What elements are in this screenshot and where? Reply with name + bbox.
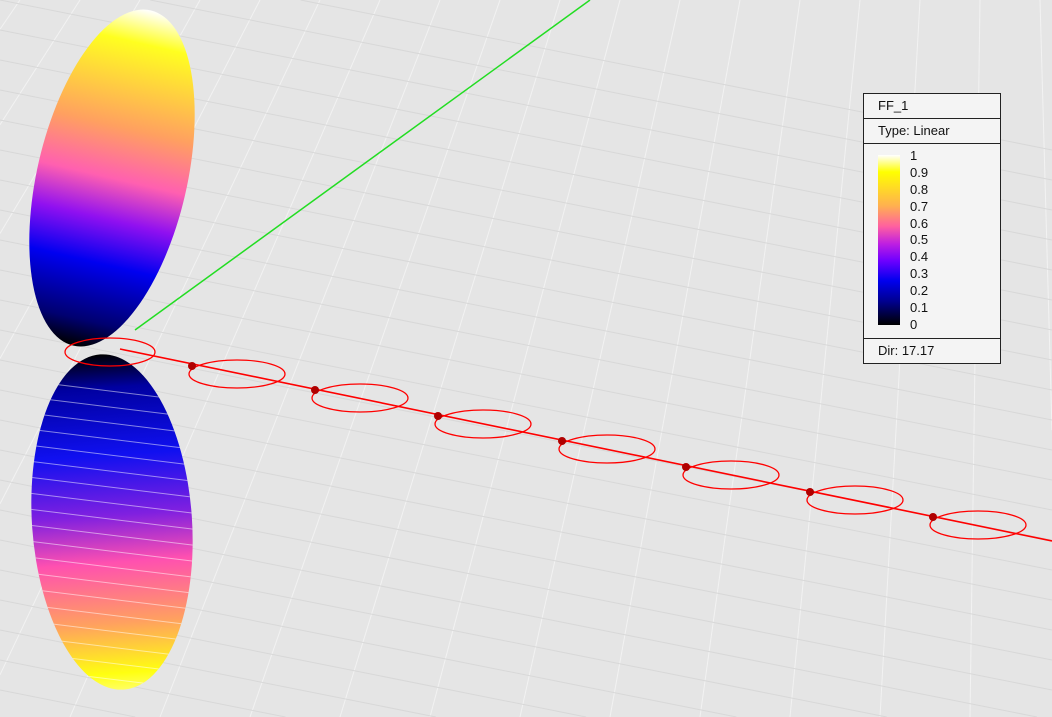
legend-tick: 1 [910, 148, 918, 163]
grid-line [1039, 0, 1052, 431]
grid-line [609, 0, 741, 717]
legend-tick: 0.7 [910, 198, 929, 214]
legend-tick: 0.8 [910, 181, 929, 197]
legend-tick: 0.3 [910, 266, 929, 282]
grid-line [339, 0, 561, 717]
feed-point [682, 463, 690, 471]
feed-point [311, 386, 319, 394]
feed-point [929, 513, 937, 521]
legend-tick: 0.1 [910, 300, 929, 316]
grid-line [0, 0, 21, 30]
element-loop [188, 359, 286, 389]
grid-line [249, 0, 501, 717]
grid-line [519, 0, 681, 717]
lower-radiation-lobe [31, 354, 193, 690]
grid-line [0, 689, 136, 717]
feed-point [806, 488, 814, 496]
feed-point [188, 362, 196, 370]
legend-directivity: Dir: 17.17 [878, 343, 935, 358]
legend-tick: 0.6 [910, 215, 929, 231]
legend-tick: 0.5 [910, 232, 929, 248]
grid-line [699, 0, 801, 717]
legend-ticks: 1 0.9 0.8 0.7 0.6 0.5 0.4 0.3 0.2 0.1 0 [910, 148, 928, 334]
grid-line [159, 0, 441, 717]
feed-point [558, 437, 566, 445]
legend-tick: 0.9 [910, 164, 929, 180]
legend-tick: 0.4 [910, 249, 929, 265]
antenna-wire [119, 348, 1052, 542]
colour-legend: FF_1 Type: Linear 1 0.9 0.8 0.7 0.6 0.5 0.4 0.3… [863, 93, 1001, 364]
feed-point [434, 412, 442, 420]
legend-title: FF_1 [864, 94, 1000, 119]
legend-tick: 0.2 [910, 283, 929, 299]
legend-type: Type: Linear [864, 119, 1000, 144]
antenna-array [64, 337, 1052, 542]
legend-colour-bar [878, 155, 900, 325]
legend-tick: 0 [910, 316, 918, 332]
y-axis-line [134, 0, 591, 331]
